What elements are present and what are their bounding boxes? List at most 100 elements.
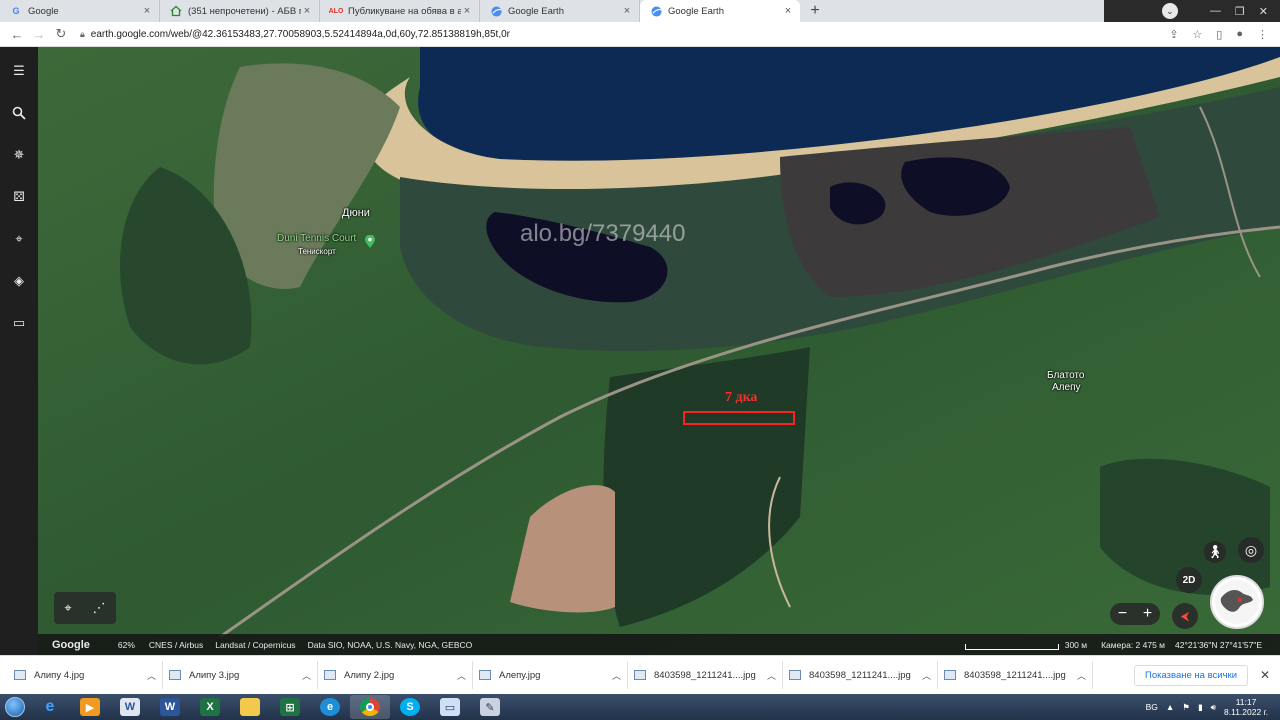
chevron-up-icon[interactable]: ︿ <box>302 669 311 682</box>
place-label-blato-2[interactable]: Алепу <box>1052 382 1080 393</box>
map-style-layers-icon[interactable]: ◈ <box>9 271 29 291</box>
watermark-text: alo.bg/7379440 <box>520 220 686 247</box>
close-window-icon[interactable]: ✕ <box>1259 5 1268 18</box>
taskbar-window[interactable]: ▭ <box>430 695 470 719</box>
taskbar-excel[interactable]: X <box>190 695 230 719</box>
start-button[interactable] <box>0 694 30 720</box>
restore-icon[interactable]: ❐ <box>1235 5 1245 18</box>
tab-google-earth-active[interactable]: Google Earth × <box>640 0 800 22</box>
flag-icon[interactable]: ⚑ <box>1182 702 1190 713</box>
image-file-icon <box>14 670 26 680</box>
taskbar-skype[interactable]: S <box>390 695 430 719</box>
download-item[interactable]: Алипу 2.jpg ︿ <box>318 661 473 689</box>
profile-icon[interactable]: ● <box>1236 28 1243 41</box>
taskbar-word-old[interactable]: W <box>110 695 150 719</box>
chevron-up-icon[interactable]: ︿ <box>1077 669 1086 682</box>
network-icon[interactable]: ▮ <box>1198 702 1203 713</box>
load-percent: 62% <box>117 639 135 650</box>
place-label-tennis[interactable]: Duni Tennis Court <box>277 233 356 244</box>
system-tray: BG ▲ ⚑ ▮ 🔊︎ 11:17 8.11.2022 г. <box>1146 697 1280 717</box>
clock-date: 8.11.2022 г. <box>1224 707 1268 717</box>
taskbar-explorer[interactable] <box>230 695 270 719</box>
show-all-downloads-button[interactable]: Показване на всички <box>1134 664 1248 686</box>
close-shelf-icon[interactable]: ✕ <box>1256 668 1274 682</box>
map-pin-icon[interactable] <box>364 235 376 249</box>
zoom-out-button[interactable]: − <box>1118 605 1127 623</box>
taskbar-chrome[interactable] <box>350 695 390 719</box>
address-bar[interactable]: 🔒︎ earth.google.com/web/@42.36153483,27.… <box>80 24 1162 44</box>
credit-data[interactable]: Data SIO, NOAA, U.S. Navy, NGA, GEBCO <box>308 640 473 650</box>
location-pin-icon[interactable]: ⌖ <box>64 600 71 616</box>
download-item[interactable]: Алипу 3.jpg ︿ <box>163 661 318 689</box>
earth-viewport[interactable]: ☰ ✵ ⚄ ⌖ ◈ ▭ alo.bg/7379440 Дюни Duni Ten… <box>0 47 1280 655</box>
pegman-icon[interactable]: 🚶︎ <box>1204 541 1226 563</box>
credit-cnes[interactable]: CNES / Airbus <box>149 640 203 650</box>
share-icon[interactable]: ⇪ <box>1169 28 1178 41</box>
place-label-duni[interactable]: Дюни <box>342 207 370 219</box>
close-icon[interactable]: × <box>461 5 473 17</box>
search-icon[interactable] <box>9 103 29 123</box>
chevron-up-icon[interactable]: ︿ <box>147 669 156 682</box>
zoom-in-button[interactable]: + <box>1143 605 1152 623</box>
taskbar-ie[interactable]: e <box>30 695 70 719</box>
bookmark-star-icon[interactable]: ☆ <box>1192 28 1202 41</box>
chevron-up-icon[interactable]: ︿ <box>457 669 466 682</box>
chevron-up-icon[interactable]: ︿ <box>767 669 776 682</box>
new-tab-button[interactable]: + <box>804 0 826 22</box>
reload-icon[interactable]: ↻ <box>50 26 72 42</box>
tab-abv-mail[interactable]: (351 непрочетени) - АБВ поща × <box>160 0 320 22</box>
tab-google[interactable]: G Google × <box>0 0 160 22</box>
taskbar-media-player[interactable]: ▶ <box>70 695 110 719</box>
edge-icon: e <box>320 698 340 716</box>
close-icon[interactable]: × <box>301 5 313 17</box>
download-filename: 8403598_1211241....jpg <box>654 669 756 681</box>
windows-taskbar: e ▶ W W X ⊞ e S ▭ ✎ BG ▲ ⚑ ▮ 🔊︎ 11:17 8.… <box>0 694 1280 720</box>
taskbar-excel-2[interactable]: ⊞ <box>270 695 310 719</box>
taskbar-word[interactable]: W <box>150 695 190 719</box>
hamburger-menu-icon[interactable]: ☰ <box>9 61 29 81</box>
plot-area-label: 7 дка <box>725 390 758 405</box>
tab-google-earth[interactable]: Google Earth × <box>480 0 640 22</box>
my-location-icon[interactable]: ◎ <box>1238 537 1264 563</box>
place-label-blato-1[interactable]: Блатото <box>1047 370 1084 381</box>
projects-pin-icon[interactable]: ⌖ <box>9 229 29 249</box>
forward-icon[interactable]: → <box>28 27 50 42</box>
tray-expand-icon[interactable]: ▲ <box>1166 702 1174 712</box>
lock-icon[interactable]: 🔒︎ <box>80 29 85 40</box>
image-file-icon <box>479 670 491 680</box>
back-icon[interactable]: ← <box>6 27 28 42</box>
close-icon[interactable]: × <box>621 5 633 17</box>
download-item[interactable]: Алипу 4.jpg ︿ <box>8 661 163 689</box>
download-item[interactable]: 8403598_1211241....jpg ︿ <box>783 661 938 689</box>
compass-icon[interactable]: ⮜ <box>1172 603 1198 629</box>
minimize-icon[interactable]: — <box>1210 5 1221 17</box>
clock[interactable]: 11:17 8.11.2022 г. <box>1224 697 1268 717</box>
volume-icon[interactable]: 🔊︎ <box>1211 702 1216 713</box>
satellite-imagery[interactable] <box>0 47 1280 655</box>
globe-minimap-icon[interactable] <box>1210 575 1264 629</box>
kebab-menu-icon[interactable]: ⋮ <box>1257 28 1268 41</box>
credit-landsat[interactable]: Landsat / Copernicus <box>215 640 295 650</box>
close-icon[interactable]: × <box>782 5 794 17</box>
language-indicator[interactable]: BG <box>1146 702 1158 712</box>
tab-search-icon[interactable]: ⌄ <box>1161 3 1178 19</box>
download-item[interactable]: Алепу.jpg ︿ <box>473 661 628 689</box>
chevron-up-icon[interactable]: ︿ <box>612 669 621 682</box>
earth-left-rail: ☰ ✵ ⚄ ⌖ ◈ ▭ <box>0 47 38 655</box>
scale-bar[interactable]: 300 м <box>964 639 1088 650</box>
sidepanel-icon[interactable]: ▯ <box>1216 28 1222 41</box>
download-item[interactable]: 8403598_1211241....jpg ︿ <box>628 661 783 689</box>
measure-ruler-icon[interactable]: ▭ <box>9 313 29 333</box>
taskbar-edge[interactable]: e <box>310 695 350 719</box>
earth-icon <box>650 5 662 17</box>
download-item[interactable]: 8403598_1211241....jpg ︿ <box>938 661 1093 689</box>
voyager-icon[interactable]: ✵ <box>9 145 29 165</box>
path-icon[interactable]: ⋰ <box>93 600 106 616</box>
close-icon[interactable]: × <box>141 5 153 17</box>
taskbar-tools[interactable]: ✎ <box>470 695 510 719</box>
feeling-lucky-dice-icon[interactable]: ⚄ <box>9 187 29 207</box>
scale-label: 300 м <box>1064 639 1088 650</box>
toggle-2d-button[interactable]: 2D <box>1176 567 1202 593</box>
chevron-up-icon[interactable]: ︿ <box>922 669 931 682</box>
tab-alo-bg[interactable]: ALO Публикуване на обява в alo.bg × <box>320 0 480 22</box>
